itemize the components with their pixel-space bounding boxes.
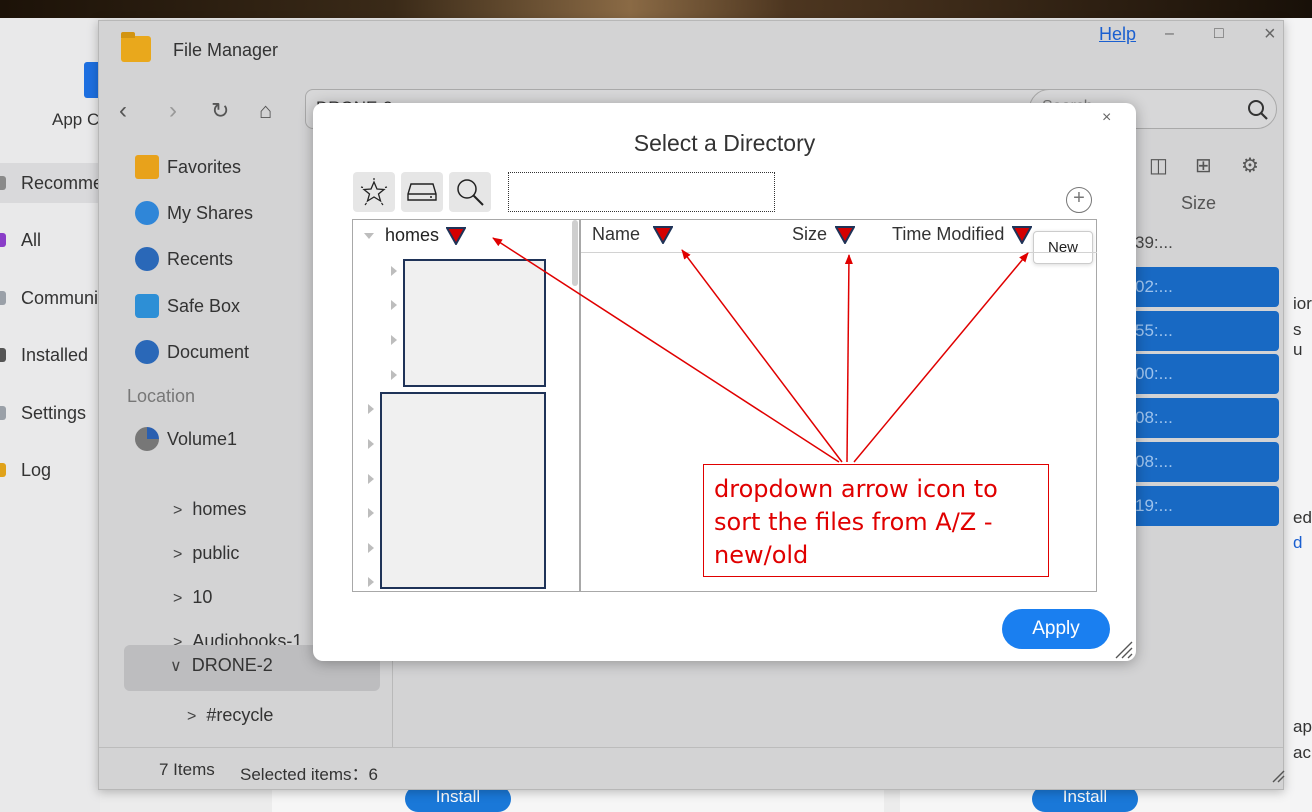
annotation-arrow [844, 254, 853, 463]
annotation-arrow [492, 237, 840, 463]
annotation-line: dropdown arrow icon to [714, 475, 998, 503]
annotation-arrow [681, 249, 843, 463]
annotation-line: new/old [714, 541, 809, 569]
annotation-callout: dropdown arrow icon to sort the files fr… [703, 464, 1049, 577]
annotation-arrows [492, 237, 1029, 463]
annotation-arrow [853, 252, 1029, 463]
annotation-line: sort the files from A/Z - [714, 508, 993, 536]
